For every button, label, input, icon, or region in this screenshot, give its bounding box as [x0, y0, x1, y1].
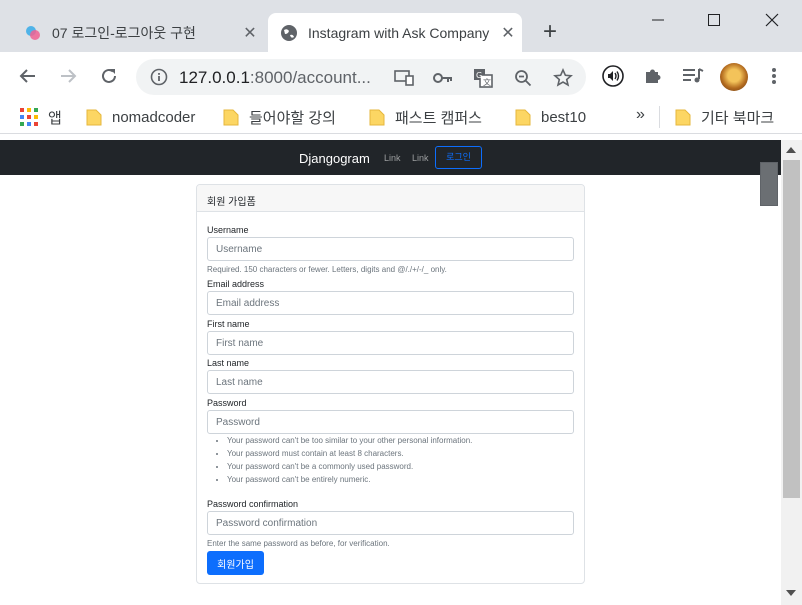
bookmark-label: nomadcoder	[112, 108, 196, 126]
maximize-button[interactable]	[694, 6, 734, 34]
username-input[interactable]	[207, 237, 574, 261]
globe-icon	[281, 24, 297, 41]
side-extension-tab[interactable]	[760, 162, 778, 206]
svg-text:文: 文	[483, 77, 491, 87]
password-rule: Your password can't be too similar to yo…	[227, 434, 472, 447]
tab-close-icon[interactable]: ✕	[494, 23, 522, 43]
minimize-icon	[652, 19, 664, 21]
browser-toolbar: 127.0.0.1:8000/account... G文	[0, 52, 802, 100]
last-name-input[interactable]	[207, 370, 574, 394]
cast-icon[interactable]	[393, 67, 415, 89]
tab-strip: 07 로그인-로그아웃 구현 ✕ Instagram with Ask Comp…	[0, 0, 802, 52]
nav-link-1[interactable]: Link	[384, 153, 401, 163]
translate-icon[interactable]: G文	[472, 67, 494, 89]
tab-login-logout[interactable]: 07 로그인-로그아웃 구현 ✕	[12, 13, 264, 52]
tab-close-icon[interactable]: ✕	[236, 23, 264, 43]
folder-icon	[86, 109, 102, 126]
bookmark-lectures[interactable]: 들어야할 강의	[223, 107, 336, 127]
reload-icon	[102, 68, 116, 83]
last-name-label: Last name	[207, 358, 250, 368]
address-bar[interactable]: 127.0.0.1:8000/account... G文	[136, 59, 586, 95]
email-label: Email address	[207, 279, 265, 289]
scroll-down-arrow-icon[interactable]	[786, 590, 796, 596]
bookmark-label: 기타 북마크	[701, 109, 775, 127]
bookmark-best10[interactable]: best10	[515, 107, 586, 127]
tab-title: Instagram with Ask Company	[308, 24, 490, 41]
form-header: 회원 가입폼	[197, 185, 584, 212]
first-name-input[interactable]	[207, 331, 574, 355]
svg-text:G: G	[476, 71, 482, 80]
password-confirm-label: Password confirmation	[207, 499, 299, 509]
forward-button[interactable]	[54, 62, 82, 90]
folder-icon	[675, 109, 691, 126]
page-viewport: Djangogram Link Link 로그인 회원 가입폼 Username…	[0, 140, 781, 605]
bookmark-label: 들어야할 강의	[249, 109, 336, 127]
nav-link-2[interactable]: Link	[412, 153, 429, 163]
folder-icon	[369, 109, 385, 126]
bookmarks-overflow-button[interactable]: »	[636, 106, 645, 124]
folder-icon	[515, 109, 531, 126]
bookmark-label: 앱	[48, 109, 62, 127]
bookmark-nomadcoder[interactable]: nomadcoder	[86, 107, 195, 127]
bookmark-label: 패스트 캠퍼스	[395, 109, 482, 127]
page-scrollbar[interactable]	[781, 140, 802, 605]
url-path: :8000/account...	[249, 68, 371, 87]
profile-avatar[interactable]	[720, 63, 748, 91]
extensions-puzzle-icon[interactable]	[641, 64, 665, 88]
bookmarks-bar: 앱 nomadcoder 들어야할 강의 패스트 캠퍼스 best10 » 기타…	[0, 100, 802, 134]
site-navbar: Djangogram Link Link 로그인	[0, 140, 781, 175]
arrow-right-icon	[61, 69, 77, 83]
signup-submit-button[interactable]: 회원가입	[207, 551, 264, 575]
url-host: 127.0.0.1	[179, 68, 250, 87]
password-input[interactable]	[207, 410, 574, 434]
password-rules: Your password can't be too similar to yo…	[217, 434, 472, 486]
password-rule: Your password must contain at least 8 ch…	[227, 447, 472, 460]
scroll-up-arrow-icon[interactable]	[786, 147, 796, 153]
username-label: Username	[207, 225, 249, 235]
bookmark-separator	[659, 106, 660, 128]
site-brand[interactable]: Djangogram	[299, 151, 370, 166]
close-icon	[765, 13, 779, 27]
url-text: 127.0.0.1:8000/account...	[179, 68, 371, 88]
password-confirm-input[interactable]	[207, 511, 574, 535]
new-tab-button[interactable]: +	[536, 18, 564, 46]
password-label: Password	[207, 398, 247, 408]
zoom-out-icon[interactable]	[512, 67, 534, 89]
password-confirm-help: Enter the same password as before, for v…	[207, 539, 390, 548]
scroll-thumb[interactable]	[783, 160, 800, 498]
email-input[interactable]	[207, 291, 574, 315]
bookmark-star-icon[interactable]	[552, 67, 574, 89]
first-name-label: First name	[207, 319, 250, 329]
password-rule: Your password can't be a commonly used p…	[227, 460, 472, 473]
reload-button[interactable]	[95, 62, 123, 90]
menu-kebab-icon[interactable]	[762, 64, 786, 88]
bookmark-apps[interactable]: 앱	[20, 107, 62, 127]
close-window-button[interactable]	[752, 6, 792, 34]
password-rule: Your password can't be entirely numeric.	[227, 473, 472, 486]
tab-instagram[interactable]: Instagram with Ask Company ✕	[268, 13, 522, 52]
maximize-icon	[708, 14, 720, 26]
folder-icon	[223, 109, 239, 126]
media-queue-icon[interactable]	[681, 64, 705, 88]
key-icon[interactable]	[432, 67, 454, 89]
apps-grid-icon	[20, 108, 38, 126]
minimize-button[interactable]	[638, 6, 678, 34]
back-button[interactable]	[14, 62, 42, 90]
info-icon[interactable]	[150, 68, 168, 86]
bookmark-label: best10	[541, 108, 587, 126]
username-help: Required. 150 characters or fewer. Lette…	[207, 265, 447, 274]
bookmark-other[interactable]: 기타 북마크	[675, 107, 774, 127]
login-button[interactable]: 로그인	[435, 146, 482, 169]
arrow-left-icon	[19, 69, 35, 83]
tab-favicon-icon	[26, 25, 40, 40]
audio-extension-icon[interactable]	[601, 64, 625, 88]
tab-title: 07 로그인-로그아웃 구현	[52, 24, 196, 41]
signup-form-card: 회원 가입폼 Username Required. 150 characters…	[196, 184, 585, 584]
bookmark-fastcampus[interactable]: 패스트 캠퍼스	[369, 107, 482, 127]
